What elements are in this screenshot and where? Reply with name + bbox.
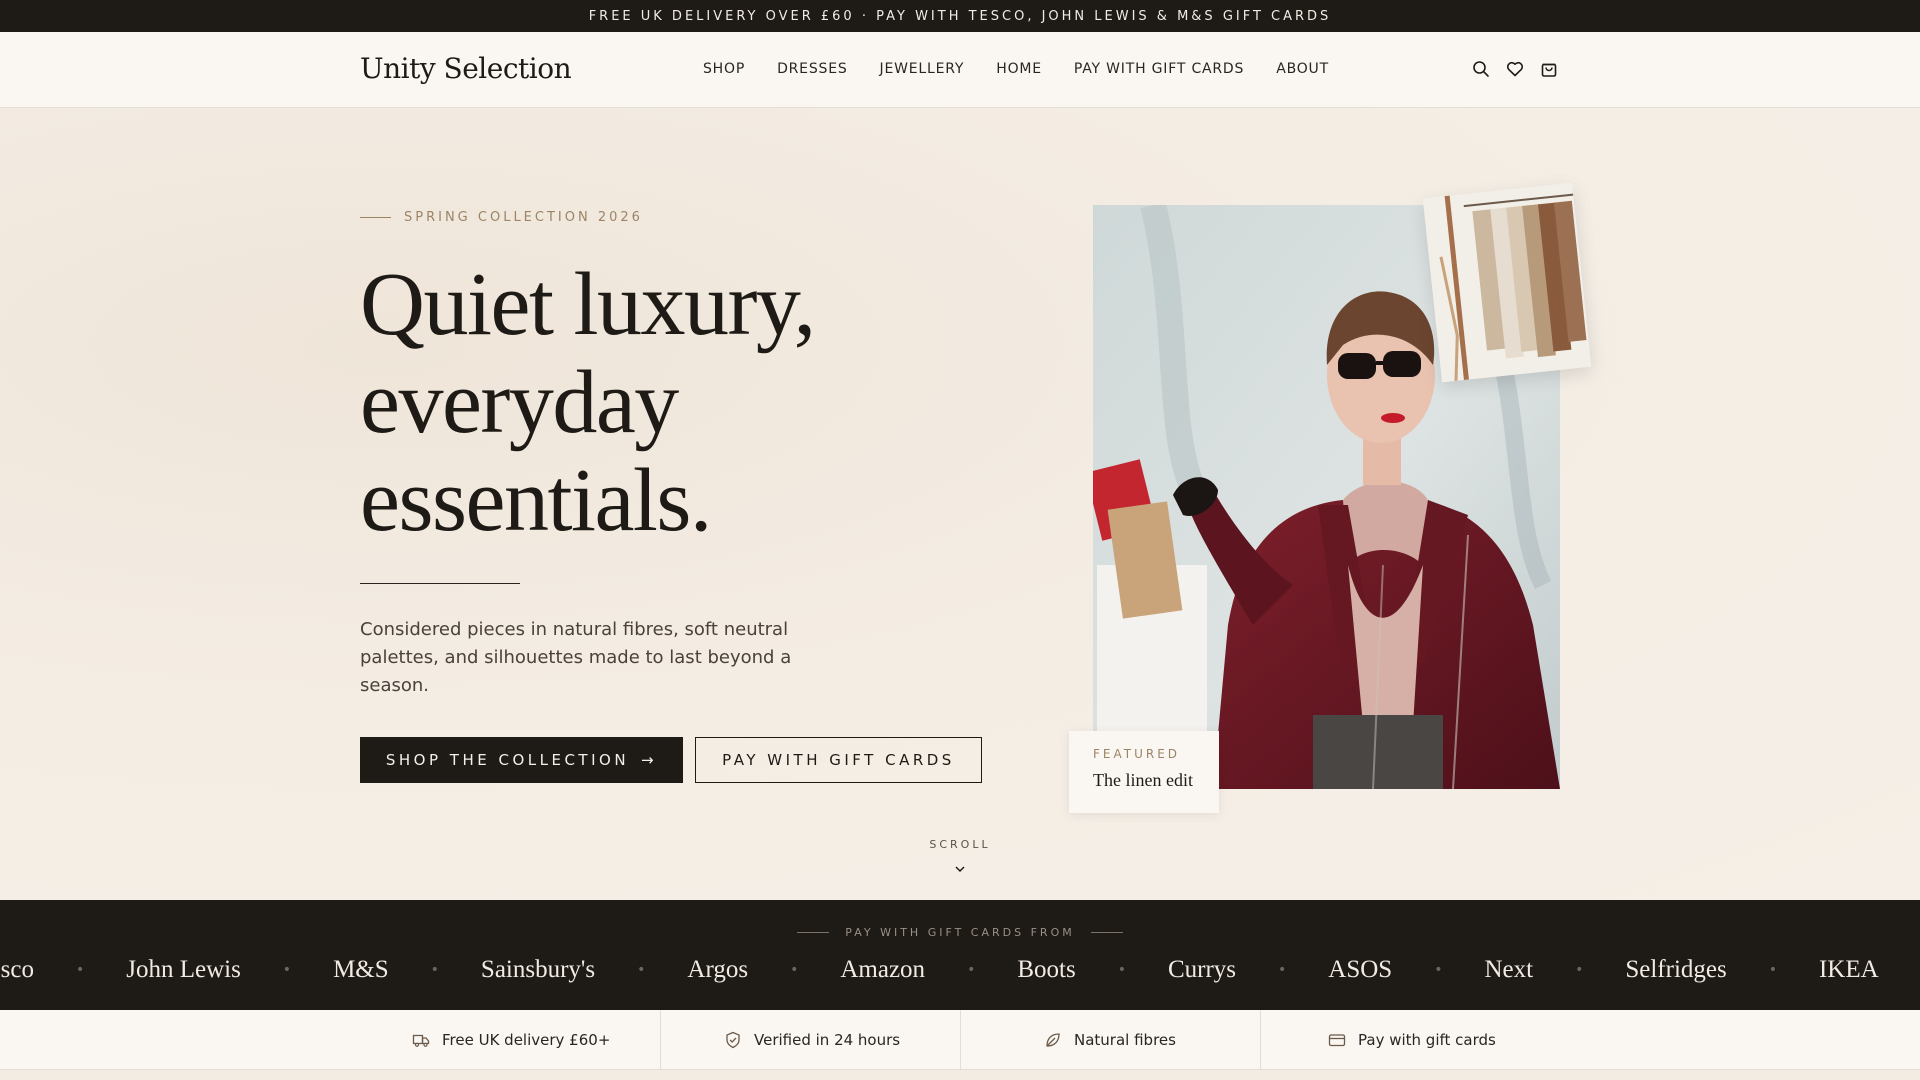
leaf-icon <box>1046 1033 1060 1047</box>
card-icon <box>1328 1034 1346 1047</box>
brand-ms[interactable]: M&S <box>333 956 389 984</box>
headline-divider <box>360 583 520 584</box>
brand-john-lewis[interactable]: John Lewis <box>126 956 241 984</box>
partners-rule-right <box>1090 932 1123 933</box>
bag-icon[interactable] <box>1540 60 1558 78</box>
feature-verified-label: Verified in 24 hours <box>754 1031 901 1049</box>
separator-dot: • <box>430 962 439 978</box>
rack-photo <box>1422 182 1592 383</box>
announcement-bar: FREE UK DELIVERY OVER £60 · PAY WITH TES… <box>0 0 1920 32</box>
hero-lede: Considered pieces in natural fibres, sof… <box>360 619 792 696</box>
brand-boots[interactable]: Boots <box>1017 956 1075 984</box>
separator-dot: • <box>1278 962 1287 978</box>
site-logo[interactable]: Unity Selection <box>360 52 572 85</box>
arrow-right-icon: → <box>641 751 658 769</box>
nav-dresses[interactable]: DRESSES <box>777 61 847 77</box>
feature-giftcards: Pay with gift cards <box>1328 1010 1496 1070</box>
headline-line-1: Quiet luxury, <box>360 255 816 354</box>
featured-card[interactable]: FEATURED The linen edit <box>1069 731 1219 813</box>
separator-dot: • <box>282 962 292 978</box>
nav-pay-with-gift-cards[interactable]: PAY WITH GIFT CARDS <box>1074 61 1244 77</box>
brand-marquee: Tesco • John Lewis • M&S • Sainsbury's •… <box>0 952 1920 988</box>
brand-tesco[interactable]: Tesco <box>0 956 34 984</box>
shop-collection-button[interactable]: SHOP THE COLLECTION → <box>360 737 683 783</box>
brand-amazon[interactable]: Amazon <box>840 956 925 984</box>
separator-dot: • <box>637 962 646 978</box>
main-nav: SHOP DRESSES JEWELLERY HOME PAY WITH GIF… <box>703 61 1329 77</box>
brand-currys[interactable]: Currys <box>1168 956 1236 984</box>
feature-delivery: Free UK delivery £60+ <box>412 1010 610 1070</box>
hero-section: SPRING COLLECTION 2026 Quiet luxury, eve… <box>0 108 1920 900</box>
separator-dot: • <box>790 962 799 978</box>
brand-asos[interactable]: ASOS <box>1328 956 1392 984</box>
separator-dot: • <box>1768 962 1777 978</box>
truck-icon <box>412 1034 430 1047</box>
headline-line-2: everyday <box>360 353 679 452</box>
features-bar: Free UK delivery £60+ Verified in 24 hou… <box>0 1010 1920 1070</box>
feature-verified: Verified in 24 hours <box>724 1010 900 1070</box>
clothing-rack-illustration <box>1422 182 1592 383</box>
heart-icon[interactable] <box>1506 60 1524 78</box>
separator-dot: • <box>1117 962 1126 978</box>
separator-dot: • <box>1575 962 1584 978</box>
nav-about[interactable]: ABOUT <box>1276 61 1329 77</box>
feature-natural: Natural fibres <box>1044 1010 1176 1070</box>
partners-rule-left <box>797 932 830 933</box>
scroll-label: SCROLL <box>929 838 991 851</box>
eyebrow-rule <box>360 217 391 218</box>
shop-collection-label: SHOP THE COLLECTION <box>385 751 630 769</box>
brand-ikea[interactable]: IKEA <box>1819 956 1879 984</box>
eyebrow-text: SPRING COLLECTION 2026 <box>404 210 643 225</box>
feature-divider <box>960 1010 961 1070</box>
feature-divider <box>1260 1010 1261 1070</box>
pay-gift-cards-label: PAY WITH GIFT CARDS <box>722 751 955 769</box>
announcement-text: FREE UK DELIVERY OVER £60 · PAY WITH TES… <box>588 8 1332 24</box>
partners-heading: PAY WITH GIFT CARDS FROM <box>0 926 1920 939</box>
nav-jewellery[interactable]: JEWELLERY <box>880 61 965 77</box>
separator-dot: • <box>967 962 976 978</box>
featured-kicker: FEATURED <box>1093 747 1181 761</box>
shield-check-icon <box>726 1031 740 1049</box>
headline-line-3: essentials. <box>360 451 712 550</box>
brand-next[interactable]: Next <box>1484 956 1533 984</box>
chevron-down-icon[interactable] <box>953 862 967 876</box>
gift-card-partners: PAY WITH GIFT CARDS FROM Tesco • John Le… <box>0 900 1920 1010</box>
hero-eyebrow: SPRING COLLECTION 2026 <box>360 210 643 225</box>
search-icon[interactable] <box>1472 60 1490 78</box>
brand-selfridges[interactable]: Selfridges <box>1625 956 1726 984</box>
nav-home[interactable]: HOME <box>996 61 1042 77</box>
feature-delivery-label: Free UK delivery £60+ <box>442 1031 611 1049</box>
brand-argos[interactable]: Argos <box>687 956 748 984</box>
feature-divider <box>660 1010 661 1070</box>
hero-headline: Quiet luxury, everyday essentials. <box>360 256 920 550</box>
feature-giftcards-label: Pay with gift cards <box>1358 1031 1496 1049</box>
header-actions <box>1472 60 1558 78</box>
brand-sainsburys[interactable]: Sainsbury's <box>481 956 595 984</box>
separator-dot: • <box>75 962 85 978</box>
nav-shop[interactable]: SHOP <box>703 61 745 77</box>
partners-heading-text: PAY WITH GIFT CARDS FROM <box>845 926 1075 939</box>
site-header: Unity Selection SHOP DRESSES JEWELLERY H… <box>0 32 1920 108</box>
separator-dot: • <box>1434 962 1443 978</box>
featured-title: The linen edit <box>1093 770 1193 790</box>
pay-gift-cards-button[interactable]: PAY WITH GIFT CARDS <box>695 737 982 783</box>
feature-natural-label: Natural fibres <box>1074 1031 1176 1049</box>
